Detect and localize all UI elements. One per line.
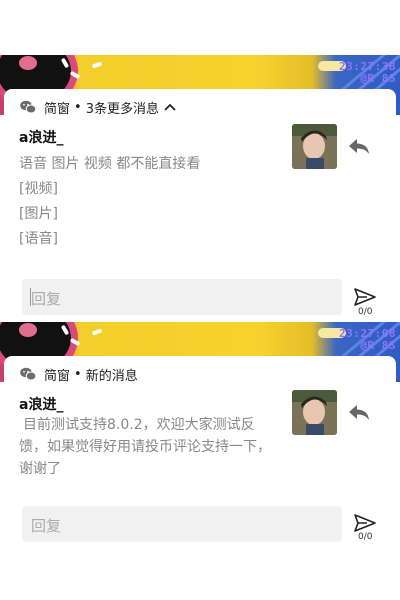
header-separator: • — [74, 366, 82, 382]
wallpaper-overlay-text: 23:27:3B @R 8S — [339, 61, 396, 85]
notification-header[interactable]: 简窗 • 新的消息 — [20, 365, 138, 384]
reply-placeholder: 回复 — [31, 290, 62, 308]
avatar — [292, 390, 337, 435]
sender-name: a浪进_ — [19, 397, 64, 413]
notification-header[interactable]: 简窗 • 3条更多消息 — [20, 98, 177, 117]
app-name: 简窗 — [44, 101, 71, 117]
notification-card[interactable]: 简窗 • 3条更多消息 a浪进_ 语音 图片 视频 都不能直接看 [视频] [图… — [4, 89, 396, 321]
wechat-icon — [20, 367, 36, 381]
notification-summary: 新的消息 — [85, 368, 138, 384]
notification-screenshot-2: 23:27:08 @R 8S 简窗 • 新的消息 a浪进_ 目前测试支持8.0.… — [0, 322, 400, 545]
sprinkle — [91, 328, 103, 336]
wallpaper-sub: @R 8S — [360, 72, 396, 85]
notification-card[interactable]: 简窗 • 新的消息 a浪进_ 目前测试支持8.0.2，欢迎大家测试反馈，如果觉得… — [4, 356, 396, 545]
reply-icon[interactable] — [347, 402, 371, 422]
reply-input[interactable]: 回复 — [22, 506, 342, 542]
char-counter: 0/0 — [358, 307, 373, 317]
header-separator: • — [74, 99, 82, 115]
message-line: 语音 图片 视频 都不能直接看 — [19, 156, 201, 172]
wallpaper-sub: @R 8S — [360, 339, 396, 352]
reply-input[interactable]: 回复 — [22, 279, 342, 315]
send-icon[interactable] — [353, 513, 377, 533]
sender-name: a浪进_ — [19, 130, 64, 146]
wechat-icon — [20, 100, 36, 114]
reply-icon[interactable] — [347, 136, 371, 156]
reply-placeholder: 回复 — [31, 517, 62, 535]
send-icon[interactable] — [353, 287, 377, 307]
message-line: [视频] — [19, 181, 58, 197]
avatar — [292, 124, 337, 169]
message-line: [图片] — [19, 206, 58, 222]
char-counter: 0/0 — [358, 532, 373, 542]
message-body: 目前测试支持8.0.2，欢迎大家测试反馈，如果觉得好用请投币评论支持一下，谢谢了 — [19, 417, 271, 477]
app-name: 简窗 — [44, 368, 71, 384]
message-line: [语音] — [19, 231, 58, 247]
wallpaper-overlay-text: 23:27:08 @R 8S — [339, 328, 396, 352]
notification-summary: 3条更多消息 — [85, 101, 159, 117]
chevron-up-icon[interactable] — [163, 102, 177, 112]
sprinkle — [91, 61, 103, 69]
notification-screenshot-1: 23:27:3B @R 8S 简窗 • 3条更多消息 a浪进_ 语音 图片 视频… — [0, 55, 400, 322]
